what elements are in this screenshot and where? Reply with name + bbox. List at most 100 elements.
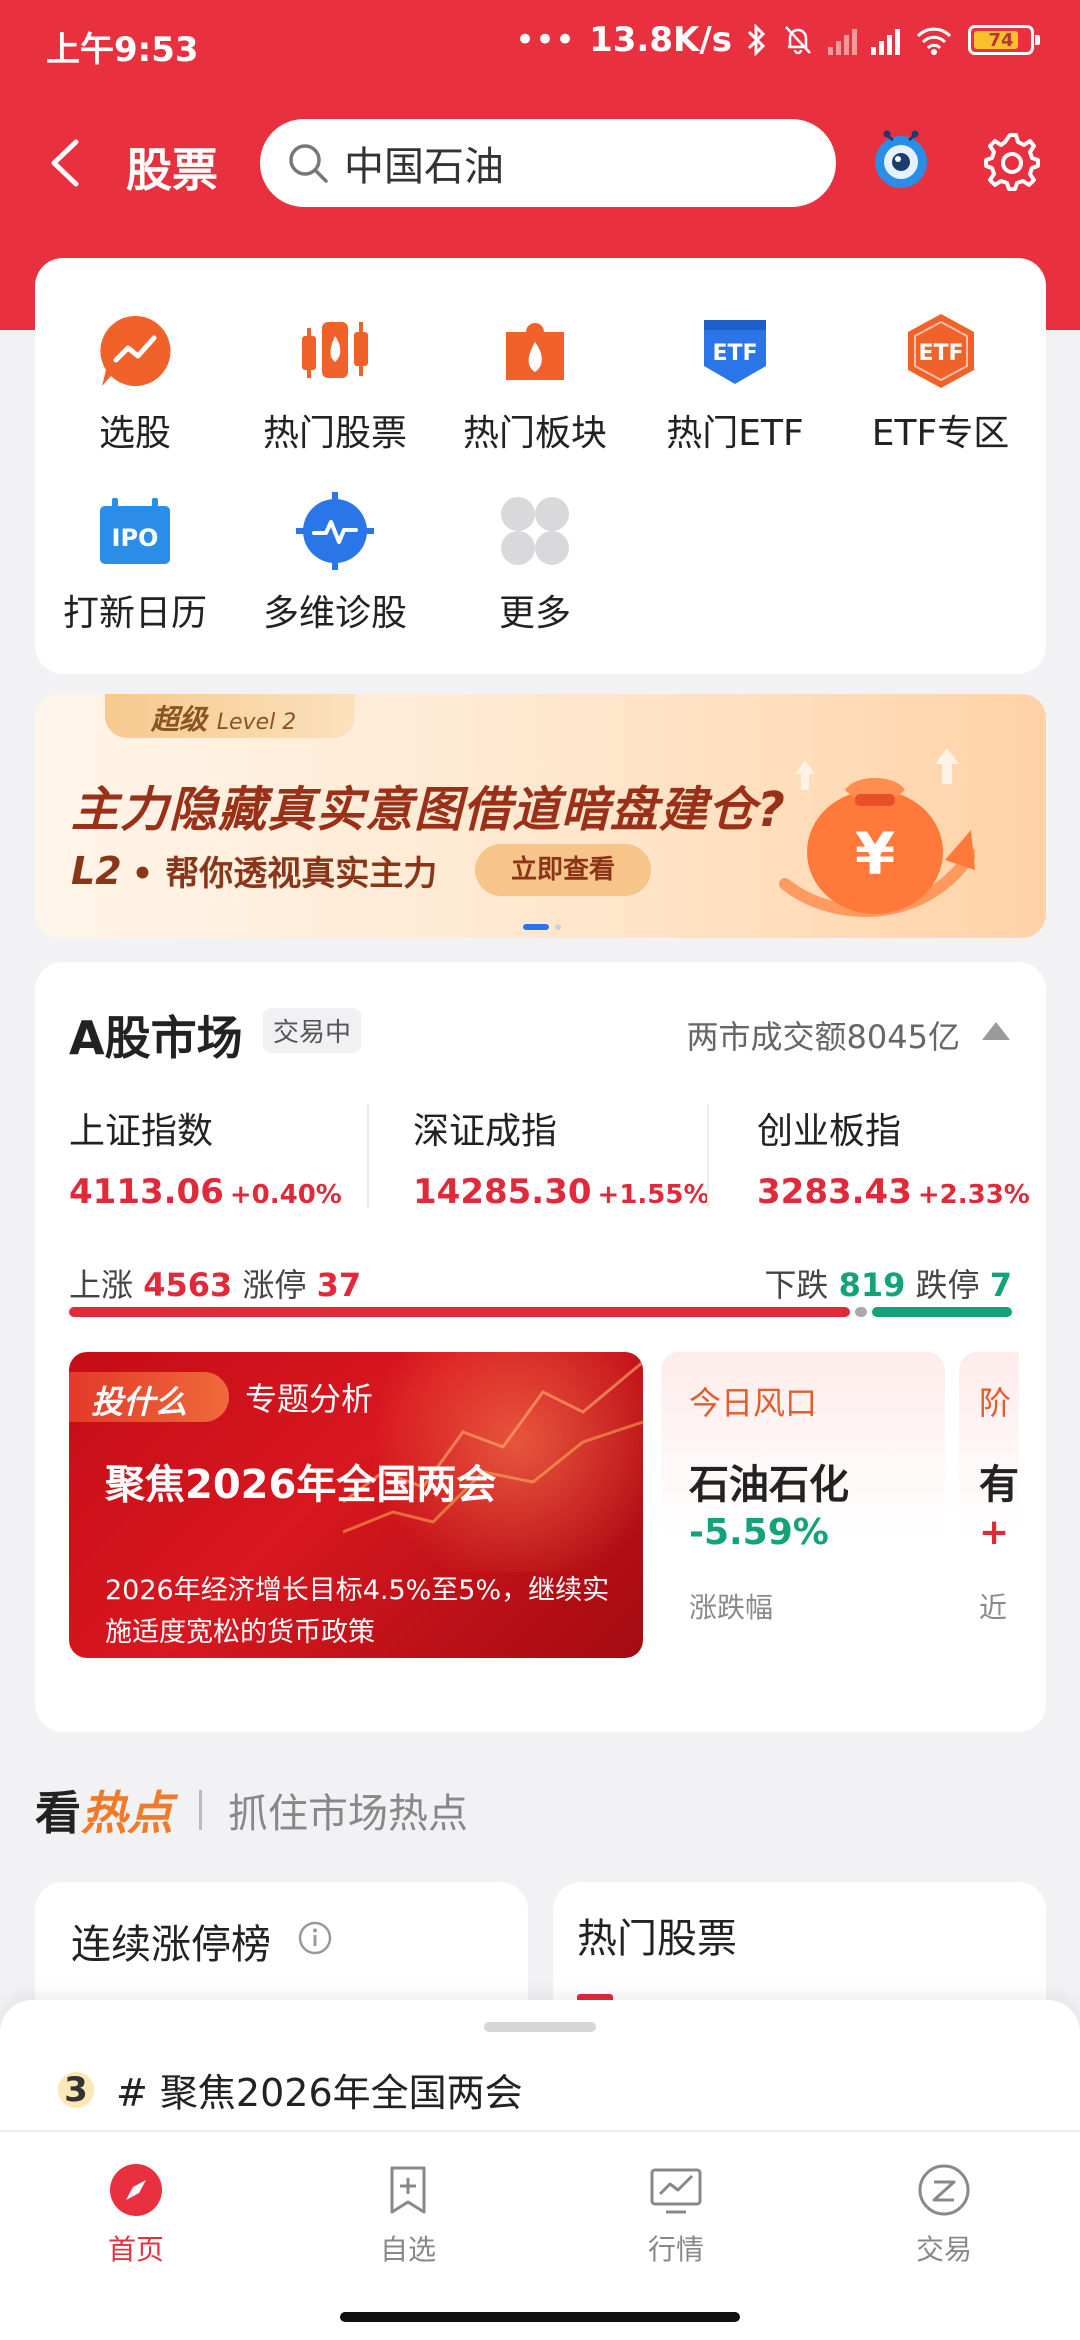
bluetooth-icon — [747, 23, 766, 57]
topic-analysis-card[interactable]: 投什么 专题分析 聚焦2026年全国两会 2026年经济增长目标4.5%至5%，… — [69, 1352, 643, 1658]
banner-headline: 主力隐藏真实意图借道暗盘建仓? — [71, 782, 786, 838]
trend-bubble-icon — [100, 315, 171, 386]
index-change: +1.55% — [597, 1180, 710, 1210]
banner-pagination — [523, 924, 561, 930]
limit-down-label: 跌停 — [915, 1266, 980, 1304]
battery-level: 74 — [988, 29, 1014, 51]
tab-market[interactable]: 行情 — [596, 2162, 756, 2268]
quick-item-label: 选股 — [98, 413, 171, 454]
collapse-arrow-icon[interactable] — [982, 1022, 1010, 1040]
trending-tag: 今日风口 — [689, 1384, 818, 1422]
quick-item-more[interactable]: 更多 — [435, 488, 635, 636]
hot-stocks-title: 热门股票 — [577, 1916, 737, 1962]
banner-tag: 超级 Level 2 — [105, 694, 355, 738]
limit-up-streak-title: 连续涨停榜 — [71, 1922, 271, 1968]
more-grid-icon — [501, 497, 569, 565]
trade-z-icon — [918, 2164, 970, 2216]
quick-item-ipo-calendar[interactable]: IPO 打新日历 — [35, 488, 235, 636]
back-arrow-icon[interactable] — [46, 138, 86, 188]
index-chinext[interactable]: 创业板指 3283.43 +2.33% — [757, 1102, 1030, 1212]
svg-text:ETF: ETF — [918, 341, 963, 366]
quick-item-etf-zone[interactable]: ETF ETF专区 — [835, 308, 1046, 456]
pulse-target-icon — [296, 492, 374, 570]
rank-number: 3 — [58, 2071, 94, 2108]
search-box[interactable] — [260, 119, 836, 207]
svg-text:ETF: ETF — [712, 341, 757, 366]
market-title: A股市场 — [69, 1011, 243, 1065]
wifi-icon — [916, 27, 952, 55]
trending-sector-change: -5.59% — [689, 1512, 829, 1553]
tab-label: 自选 — [379, 2233, 436, 2266]
robot-assistant-icon[interactable] — [868, 126, 934, 192]
add-bookmark-icon — [390, 2166, 426, 2214]
mute-bell-icon — [785, 26, 811, 55]
next-sector-card-peek[interactable]: 阶 有 + 近 — [959, 1352, 1019, 1658]
banner-cta-button[interactable]: 立即查看 — [475, 844, 651, 896]
index-change: +2.33% — [917, 1180, 1030, 1210]
index-shenzhen[interactable]: 深证成指 14285.30 +1.55% — [413, 1102, 710, 1212]
quick-item-hot-stocks[interactable]: 热门股票 — [235, 308, 435, 456]
quick-item-label: 热门ETF — [666, 413, 804, 454]
advance-stats: 上涨 4563 涨停 37 — [69, 1260, 361, 1306]
quick-item-diagnosis[interactable]: 多维诊股 — [235, 488, 435, 636]
index-value: 4113.06 — [69, 1172, 224, 1212]
market-volume: 两市成交额8045亿 — [686, 1018, 960, 1056]
limit-up-label: 涨停 — [242, 1266, 307, 1304]
info-icon[interactable] — [297, 1920, 333, 1956]
search-icon — [289, 144, 328, 183]
search-input[interactable] — [344, 140, 764, 186]
decline-label: 下跌 — [764, 1266, 829, 1304]
hot-title-hot: 热点 — [81, 1786, 173, 1840]
quick-item-hot-etf[interactable]: ETF 热门ETF — [635, 308, 835, 456]
tab-trade[interactable]: 交易 — [864, 2162, 1024, 2268]
settings-gear-icon[interactable] — [980, 130, 1044, 194]
a-share-market-card: A股市场 交易中 两市成交额8045亿 上证指数 4113.06 +0.40% 深… — [35, 962, 1046, 1732]
quick-item-label: 热门板块 — [462, 413, 607, 454]
bottom-tab-bar: 首页 自选 行情 交易 — [0, 2132, 1080, 2282]
home-indicator — [340, 2312, 740, 2322]
peek-name: 有 — [979, 1462, 1019, 1508]
index-value: 14285.30 — [413, 1172, 592, 1212]
banner-subtitle: L2 • 帮你透视真实主力 — [71, 846, 437, 895]
peek-label: 近 — [979, 1591, 1008, 1624]
page-title: 股票 — [126, 143, 218, 197]
banner-tag-text: 超级 — [151, 703, 208, 736]
ipo-calendar-icon: IPO — [100, 498, 170, 564]
status-bar: 上午9:53 ••• 13.8K/s 74 — [0, 0, 1080, 90]
tab-home[interactable]: 首页 — [56, 2162, 216, 2268]
quick-item-hot-sectors[interactable]: 热门板块 — [435, 308, 635, 456]
quick-item-label: 热门股票 — [262, 413, 407, 454]
level2-promo-banner[interactable]: 超级 Level 2 主力隐藏真实意图借道暗盘建仓? L2 • 帮你透视真实主力… — [35, 694, 1046, 938]
trending-sector-card[interactable]: 今日风口 石油石化 -5.59% 涨跌幅 — [661, 1352, 945, 1658]
topic-title: 聚焦2026年全国两会 — [105, 1462, 497, 1508]
sheet-topic-item[interactable]: 3 # 聚焦2026年全国两会 — [58, 2062, 523, 2117]
index-name: 深证成指 — [413, 1111, 558, 1152]
index-shanghai[interactable]: 上证指数 4113.06 +0.40% — [69, 1102, 342, 1212]
monitor-chart-icon — [650, 2168, 702, 2214]
quick-item-label: 更多 — [498, 593, 571, 634]
divider — [367, 1104, 369, 1208]
index-name: 创业板指 — [757, 1111, 902, 1152]
etf-shield-icon: ETF — [704, 320, 766, 384]
advance-count: 4563 — [143, 1266, 233, 1304]
quick-item-label: 多维诊股 — [262, 593, 407, 634]
banner-subtitle-text: • 帮你透视真实主力 — [131, 854, 438, 894]
compass-icon — [110, 2164, 162, 2216]
sheet-topic-text: # 聚焦2026年全国两会 — [116, 2071, 523, 2115]
advance-label: 上涨 — [69, 1266, 134, 1304]
tab-watchlist[interactable]: 自选 — [328, 2162, 488, 2268]
hot-subtitle: 抓住市场热点 — [228, 1791, 468, 1837]
peek-tag: 阶 — [979, 1384, 1012, 1422]
peek-change: + — [979, 1512, 1010, 1553]
sheet-drag-handle[interactable] — [484, 2022, 596, 2032]
trending-sector-name: 石油石化 — [689, 1462, 849, 1508]
advance-bar — [69, 1307, 851, 1317]
quick-item-label: ETF专区 — [871, 413, 1010, 454]
quick-item-xuangu[interactable]: 选股 — [35, 308, 235, 456]
money-bag-icon: ¥ — [779, 748, 975, 918]
topic-section: 专题分析 — [245, 1380, 374, 1418]
status-dots: ••• — [514, 20, 576, 60]
trending-change-label: 涨跌幅 — [689, 1591, 774, 1624]
nav-bar: 股票 — [0, 112, 1080, 212]
topic-description: 2026年经济增长目标4.5%至5%，继续实施适度宽松的货币政策 — [105, 1575, 610, 1648]
